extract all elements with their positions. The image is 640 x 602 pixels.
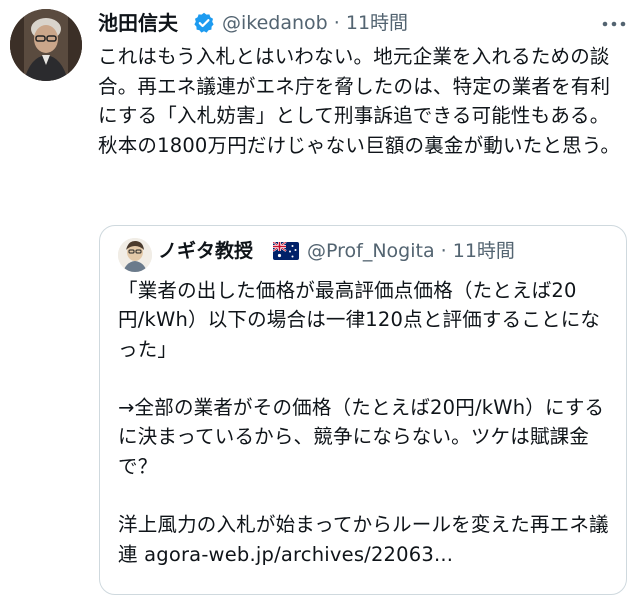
handle[interactable]: @ikedanob <box>222 12 328 34</box>
handle-and-time: @ikedanob · 11時間 <box>222 8 408 38</box>
tweet-header: 池田信夫 @ikedanob · 11時間 <box>98 8 640 38</box>
verified-badge-icon <box>193 12 215 34</box>
display-name[interactable]: 池田信夫 <box>98 8 178 38</box>
quote-separator: · <box>434 240 453 262</box>
timestamp[interactable]: 11時間 <box>346 12 408 34</box>
separator: · <box>327 12 346 34</box>
avatar[interactable] <box>10 9 82 81</box>
more-options-icon[interactable] <box>600 16 628 30</box>
quote-text: 「業者の出した価格が最高評価点価格（たとえば20円/kWh）以下の場合は一律12… <box>118 279 609 566</box>
quote-avatar[interactable] <box>118 238 152 272</box>
quote-timestamp[interactable]: 11時間 <box>453 240 515 262</box>
quote-handle[interactable]: @Prof_Nogita <box>307 240 435 262</box>
quote-display-name[interactable]: ノギタ教授 <box>158 236 253 266</box>
australia-flag-icon <box>272 241 299 260</box>
quote-handle-and-time: @Prof_Nogita · 11時間 <box>307 236 515 266</box>
quoted-tweet[interactable]: ノギタ教授 @Prof_Nogita · 11時間 「業者の出した価格が最高評価… <box>99 225 627 595</box>
tweet-text: これはもう入札とはいわない。地元企業を入れるための談合。再エネ議連がエネ庁を脅し… <box>98 45 621 157</box>
tweet[interactable]: 池田信夫 @ikedanob · 11時間 これはもう入札とはいわない。地元企業… <box>0 0 640 602</box>
